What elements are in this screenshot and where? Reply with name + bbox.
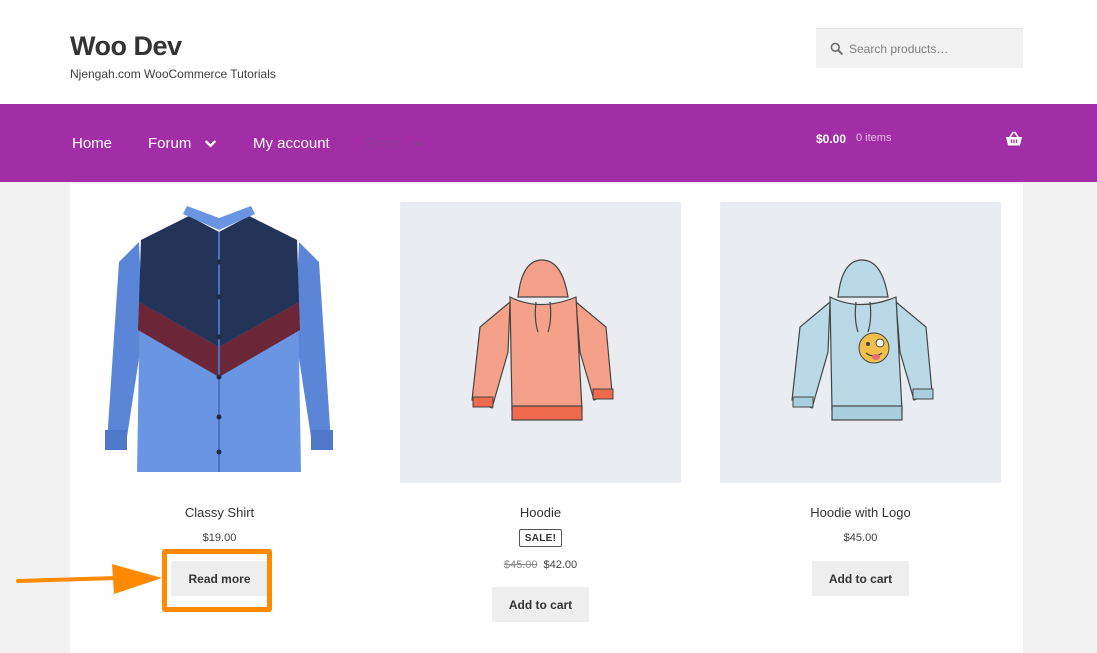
nav-item-label: Home — [72, 135, 113, 152]
highlight-box — [162, 549, 272, 612]
primary-navigation: Home Forum My account Shop $0.00 0 items — [0, 104, 1097, 182]
chevron-down-icon — [205, 140, 217, 147]
search-icon — [830, 42, 843, 55]
product-price: $45.00 — [843, 532, 878, 544]
blue-hoodie-logo-image[interactable] — [720, 202, 1001, 483]
product-price: $19.00 — [202, 532, 237, 544]
product-name[interactable]: Classy Shirt — [79, 505, 360, 520]
chevron-down-icon — [414, 140, 425, 147]
product-old-price: $45.00 — [503, 559, 538, 571]
nav-item-label: My account — [253, 135, 330, 152]
nav-item-label: Shop — [365, 135, 401, 152]
arrow-right-icon — [16, 564, 162, 594]
product-name[interactable]: Hoodie — [400, 505, 681, 520]
search-input[interactable] — [849, 41, 1019, 56]
product-card: Hoodie with Logo $45.00 Add to cart — [720, 202, 1001, 596]
cart-count[interactable]: 0 items — [856, 132, 891, 144]
blue-shirt-image[interactable] — [79, 202, 360, 483]
nav-item-label: Forum — [148, 135, 192, 152]
product-name[interactable]: Hoodie with Logo — [720, 505, 1001, 520]
nav-item-shop[interactable]: Shop — [365, 135, 425, 152]
product-card: Hoodie SALE! $45.00 $42.00 Add to cart — [400, 202, 681, 622]
nav-item-forum[interactable]: Forum — [148, 135, 217, 152]
product-card: Classy Shirt $19.00 Read more — [79, 202, 360, 596]
add-to-cart-button[interactable]: Add to cart — [491, 587, 590, 622]
site-header: Woo Dev Njengah.com WooCommerce Tutorial… — [0, 0, 1097, 104]
sale-badge: SALE! — [518, 529, 563, 547]
product-price: $42.00 — [543, 559, 578, 571]
nav-item-my-account[interactable]: My account — [253, 135, 330, 152]
product-price-row: $45.00 $42.00 — [400, 559, 681, 571]
add-to-cart-button[interactable]: Add to cart — [811, 561, 910, 596]
basket-icon[interactable] — [1005, 131, 1023, 147]
search-box[interactable] — [816, 28, 1023, 68]
nav-item-home[interactable]: Home — [72, 135, 112, 152]
pink-hoodie-image[interactable] — [400, 202, 681, 483]
site-title[interactable]: Woo Dev — [70, 31, 182, 62]
site-tagline: Njengah.com WooCommerce Tutorials — [70, 67, 276, 81]
cart-total[interactable]: $0.00 — [816, 132, 846, 146]
